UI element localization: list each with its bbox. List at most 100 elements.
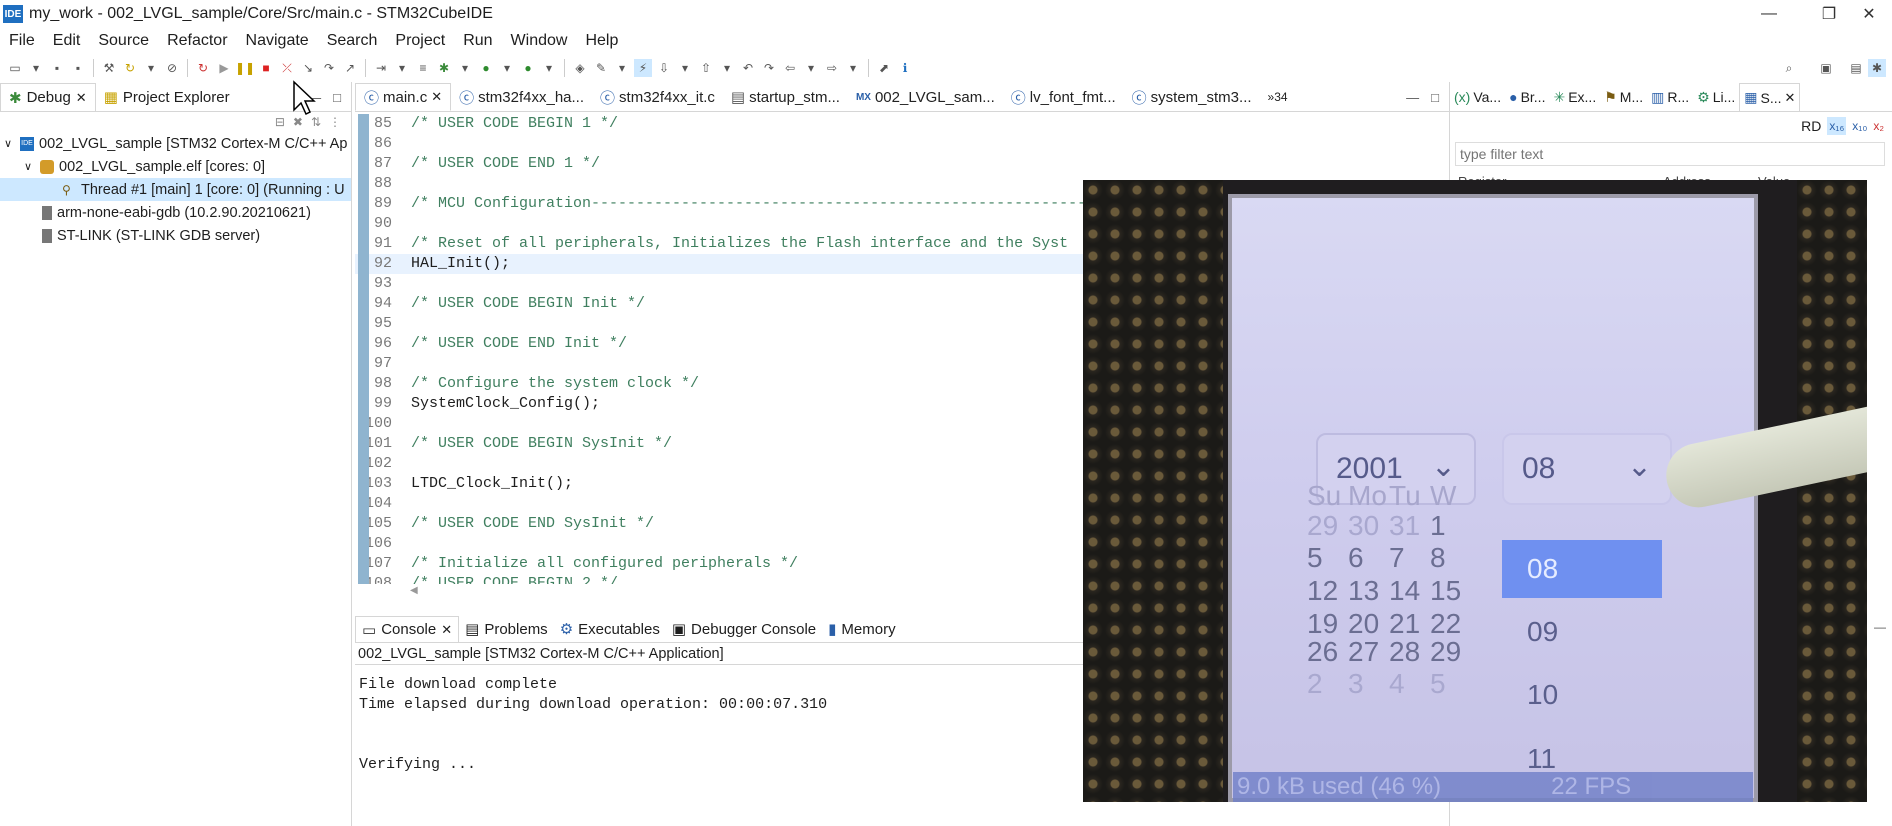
search-icon[interactable]: ⌕	[1780, 59, 1798, 77]
read-button[interactable]: RD	[1801, 118, 1821, 134]
tab-executables[interactable]: ⚙ Executables	[554, 616, 666, 642]
dropdown-icon[interactable]: ▾	[613, 59, 631, 77]
view-menu-icon[interactable]: ⋮	[329, 115, 341, 129]
tab-expressions[interactable]: ✳ Ex...	[1549, 83, 1600, 111]
toggle-mark-icon[interactable]: ⚡	[634, 59, 652, 77]
info-icon[interactable]: ℹ	[896, 59, 914, 77]
tab-live-expressions[interactable]: ⚙ Li...	[1693, 83, 1739, 111]
dropdown-icon[interactable]: ▾	[498, 59, 516, 77]
new-icon[interactable]: ▭	[6, 59, 24, 77]
menu-navigate[interactable]: Navigate	[237, 32, 318, 50]
collapse-all-icon[interactable]: ⊟	[275, 115, 285, 129]
filter-input[interactable]	[1455, 142, 1885, 166]
minimize-button[interactable]: —	[1746, 0, 1792, 28]
menu-search[interactable]: Search	[318, 32, 387, 50]
previous-annotation-icon[interactable]: ⇧	[697, 59, 715, 77]
dropdown-icon[interactable]: ▾	[540, 59, 558, 77]
tab-modules[interactable]: ⚑ M...	[1600, 83, 1647, 111]
search-tool-icon[interactable]: ✎	[592, 59, 610, 77]
pin-editor-icon[interactable]: ⬈	[875, 59, 893, 77]
expand-toggle-icon[interactable]: ∨	[24, 160, 40, 173]
menu-help[interactable]: Help	[576, 32, 627, 50]
tab-ioc-file[interactable]: MX 002_LVGL_sam...	[848, 83, 1003, 111]
terminate-icon[interactable]: ■	[257, 59, 275, 77]
maximize-view-icon[interactable]: □	[333, 90, 341, 105]
dec-format-icon[interactable]: x₁₀	[1852, 119, 1867, 133]
tab-font-file[interactable]: ⓒ lv_font_fmt...	[1003, 83, 1124, 111]
save-icon[interactable]: ▪	[48, 59, 66, 77]
dropdown-icon[interactable]: ▾	[393, 59, 411, 77]
run-icon[interactable]: ●	[477, 59, 495, 77]
dropdown-icon[interactable]: ▾	[844, 59, 862, 77]
external-tools-icon[interactable]: ●	[519, 59, 537, 77]
last-edit-icon[interactable]: ↶	[739, 59, 757, 77]
tab-problems[interactable]: ▤ Problems	[459, 616, 554, 642]
debug-icon[interactable]: ✱	[435, 59, 453, 77]
instruction-step-icon[interactable]: ⇥	[372, 59, 390, 77]
tree-item-thread[interactable]: ⚲ Thread #1 [main] 1 [core: 0] (Running …	[0, 178, 351, 201]
menu-run[interactable]: Run	[454, 32, 501, 50]
dropdown-icon[interactable]: ▾	[718, 59, 736, 77]
suspend-icon[interactable]: ❚❚	[235, 59, 255, 77]
close-icon[interactable]: ✕	[431, 89, 442, 105]
tab-memory[interactable]: ▮ Memory	[822, 616, 901, 642]
menu-file[interactable]: File	[0, 32, 44, 50]
use-step-filters-icon[interactable]: ≡	[414, 59, 432, 77]
tab-console[interactable]: ▭ Console ✕	[355, 616, 460, 642]
tab-debugger-console[interactable]: ▣ Debugger Console	[666, 616, 822, 642]
tree-item-stlink[interactable]: ST-LINK (ST-LINK GDB server)	[0, 224, 351, 247]
scroll-left-icon[interactable]: ◀	[410, 585, 418, 596]
tab-variables[interactable]: (x) Va...	[1450, 83, 1505, 111]
tab-startup-file[interactable]: ▤ startup_stm...	[723, 83, 848, 111]
open-type-icon[interactable]: ◈	[571, 59, 589, 77]
tab-project-explorer[interactable]: ▦ Project Explorer	[96, 83, 238, 111]
close-button[interactable]: ✕	[1846, 0, 1892, 28]
dropdown-icon[interactable]: ▾	[802, 59, 820, 77]
dropdown-icon[interactable]: ▾	[676, 59, 694, 77]
maximize-editor-icon[interactable]: □	[1431, 90, 1439, 105]
close-icon[interactable]: ✕	[1785, 90, 1796, 106]
hex-format-icon[interactable]: x₁₆	[1827, 117, 1847, 135]
tree-item-launch[interactable]: ∨ IDE 002_LVGL_sample [STM32 Cortex-M C/…	[0, 132, 351, 155]
more-tabs-button[interactable]: »34	[1260, 83, 1296, 111]
tab-system-file[interactable]: ⓒ system_stm3...	[1124, 83, 1260, 111]
debug-perspective-icon[interactable]: ✱	[1868, 59, 1886, 77]
restart-icon[interactable]: ↻	[194, 59, 212, 77]
cpp-perspective-icon[interactable]: ▤	[1847, 59, 1865, 77]
next-annotation-icon[interactable]: ⇩	[655, 59, 673, 77]
menu-project[interactable]: Project	[386, 32, 454, 50]
minimize-editor-icon[interactable]: —	[1406, 90, 1419, 105]
code-line[interactable]: 85/* USER CODE BEGIN 1 */	[355, 114, 1415, 134]
disconnect-icon[interactable]: ⤫	[278, 59, 296, 77]
code-line[interactable]: 87/* USER CODE END 1 */	[355, 154, 1415, 174]
build-icon[interactable]: ⚒	[100, 59, 118, 77]
tab-it-file[interactable]: ⓒ stm32f4xx_it.c	[592, 83, 723, 111]
tree-item-elf[interactable]: ∨ 002_LVGL_sample.elf [cores: 0]	[0, 155, 351, 178]
menu-edit[interactable]: Edit	[44, 32, 90, 50]
back-icon[interactable]: ⇦	[781, 59, 799, 77]
step-into-icon[interactable]: ↘	[299, 59, 317, 77]
dropdown-icon[interactable]: ▾	[456, 59, 474, 77]
skip-breakpoints-icon[interactable]: ⊘	[163, 59, 181, 77]
close-icon[interactable]: ✕	[441, 622, 452, 638]
tab-main-c[interactable]: ⓒ main.c ✕	[355, 83, 452, 111]
resume-icon[interactable]: ▶	[215, 59, 233, 77]
tab-registers[interactable]: ▥ R...	[1647, 83, 1693, 111]
tab-breakpoints[interactable]: ● Br...	[1505, 83, 1549, 111]
open-perspective-icon[interactable]: ▣	[1817, 59, 1835, 77]
expand-toggle-icon[interactable]: ∨	[4, 137, 20, 150]
step-over-icon[interactable]: ↷	[320, 59, 338, 77]
close-icon[interactable]: ✕	[76, 90, 87, 106]
tree-item-gdb[interactable]: arm-none-eabi-gdb (10.2.90.20210621)	[0, 201, 351, 224]
step-return-icon[interactable]: ↗	[341, 59, 359, 77]
dropdown-icon[interactable]: ▾	[142, 59, 160, 77]
save-all-icon[interactable]: ▪	[69, 59, 87, 77]
tab-debug[interactable]: ✱ Debug ✕	[0, 83, 96, 111]
refresh-icon[interactable]: ↻	[121, 59, 139, 77]
bin-format-icon[interactable]: x₂	[1873, 119, 1884, 133]
forward-icon[interactable]: ⇨	[823, 59, 841, 77]
menu-source[interactable]: Source	[89, 32, 158, 50]
tab-hal-file[interactable]: ⓒ stm32f4xx_ha...	[451, 83, 592, 111]
dropdown-icon[interactable]: ▾	[27, 59, 45, 77]
minimize-view-icon[interactable]: —	[1874, 620, 1886, 634]
